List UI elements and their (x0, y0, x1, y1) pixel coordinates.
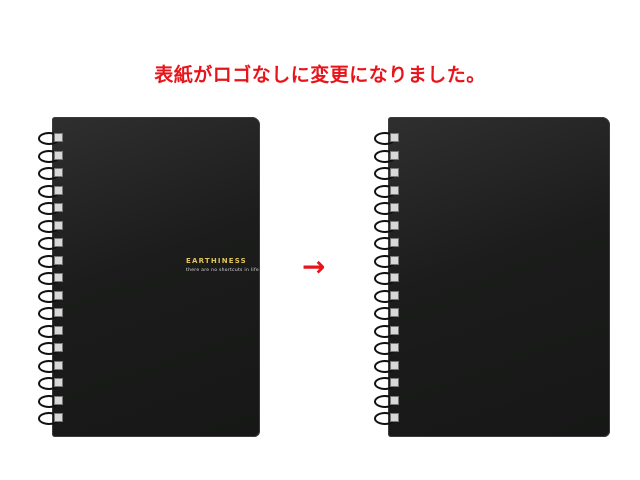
spiral-ring (38, 166, 64, 180)
ring-hole (54, 150, 63, 160)
ring-hole (54, 273, 63, 282)
spiral-ring (38, 149, 64, 163)
spiral-ring (38, 131, 64, 145)
spiral-ring (374, 394, 400, 408)
spiral-ring (38, 359, 64, 373)
ring-hole (54, 220, 63, 230)
spiral-ring (38, 236, 64, 250)
spiral-ring (38, 289, 64, 303)
ring-hole (54, 185, 63, 195)
ring-hole (54, 308, 63, 317)
ring-hole (54, 290, 63, 300)
spiral-ring (374, 219, 400, 233)
spiral-ring (374, 166, 400, 180)
ring-hole (390, 273, 399, 282)
spiral-ring (374, 149, 400, 163)
ring-hole (54, 168, 63, 177)
ring-hole (390, 133, 399, 142)
spiral-ring (374, 131, 400, 145)
ring-hole (54, 238, 63, 247)
headline: 表紙がロゴなしに変更になりました。 (154, 64, 486, 86)
spiral-ring (374, 341, 400, 355)
ring-hole (54, 255, 63, 265)
spiral-ring (38, 306, 64, 320)
spiral-ring (374, 324, 400, 338)
ring-hole (54, 413, 63, 422)
ring-hole (390, 255, 399, 265)
notebook-cover: EARTHINESS there are no shortcuts in lif… (52, 117, 260, 437)
spiral-ring (374, 271, 400, 285)
ring-hole (54, 325, 63, 335)
ring-hole (54, 343, 63, 352)
ring-hole (54, 395, 63, 405)
ring-hole (390, 413, 399, 422)
spiral-ring (38, 184, 64, 198)
spiral-ring (374, 411, 400, 425)
ring-hole (390, 290, 399, 300)
notebook-cover (388, 117, 610, 437)
ring-hole (390, 360, 399, 370)
ring-hole (390, 220, 399, 230)
spiral-ring (374, 236, 400, 250)
ring-hole (390, 343, 399, 352)
spiral-ring (38, 411, 64, 425)
spiral-ring (38, 254, 64, 268)
ring-hole (390, 325, 399, 335)
spiral-ring (38, 376, 64, 390)
spiral-ring (374, 376, 400, 390)
spiral-ring (374, 289, 400, 303)
spiral-ring (38, 201, 64, 215)
spiral-ring (374, 184, 400, 198)
spiral-ring (38, 324, 64, 338)
ring-hole (390, 185, 399, 195)
spiral-ring (38, 394, 64, 408)
logo-title: EARTHINESS (186, 257, 247, 265)
ring-hole (54, 360, 63, 370)
ring-hole (54, 378, 63, 387)
spiral-ring (374, 201, 400, 215)
ring-hole (54, 203, 63, 212)
ring-hole (390, 378, 399, 387)
brand-logo: EARTHINESS there are no shortcuts in lif… (186, 257, 259, 273)
spiral-ring (38, 341, 64, 355)
ring-hole (390, 395, 399, 405)
spiral-ring (38, 219, 64, 233)
notebook-after (374, 117, 610, 437)
arrow-icon: → (302, 250, 326, 283)
ring-hole (390, 203, 399, 212)
spiral-ring (374, 254, 400, 268)
spiral-ring (38, 271, 64, 285)
notebook-before: EARTHINESS there are no shortcuts in lif… (38, 117, 260, 437)
ring-hole (390, 168, 399, 177)
ring-hole (54, 133, 63, 142)
spiral-ring (374, 359, 400, 373)
ring-hole (390, 308, 399, 317)
ring-hole (390, 150, 399, 160)
logo-tagline: there are no shortcuts in life (186, 268, 259, 273)
ring-hole (390, 238, 399, 247)
spiral-ring (374, 306, 400, 320)
